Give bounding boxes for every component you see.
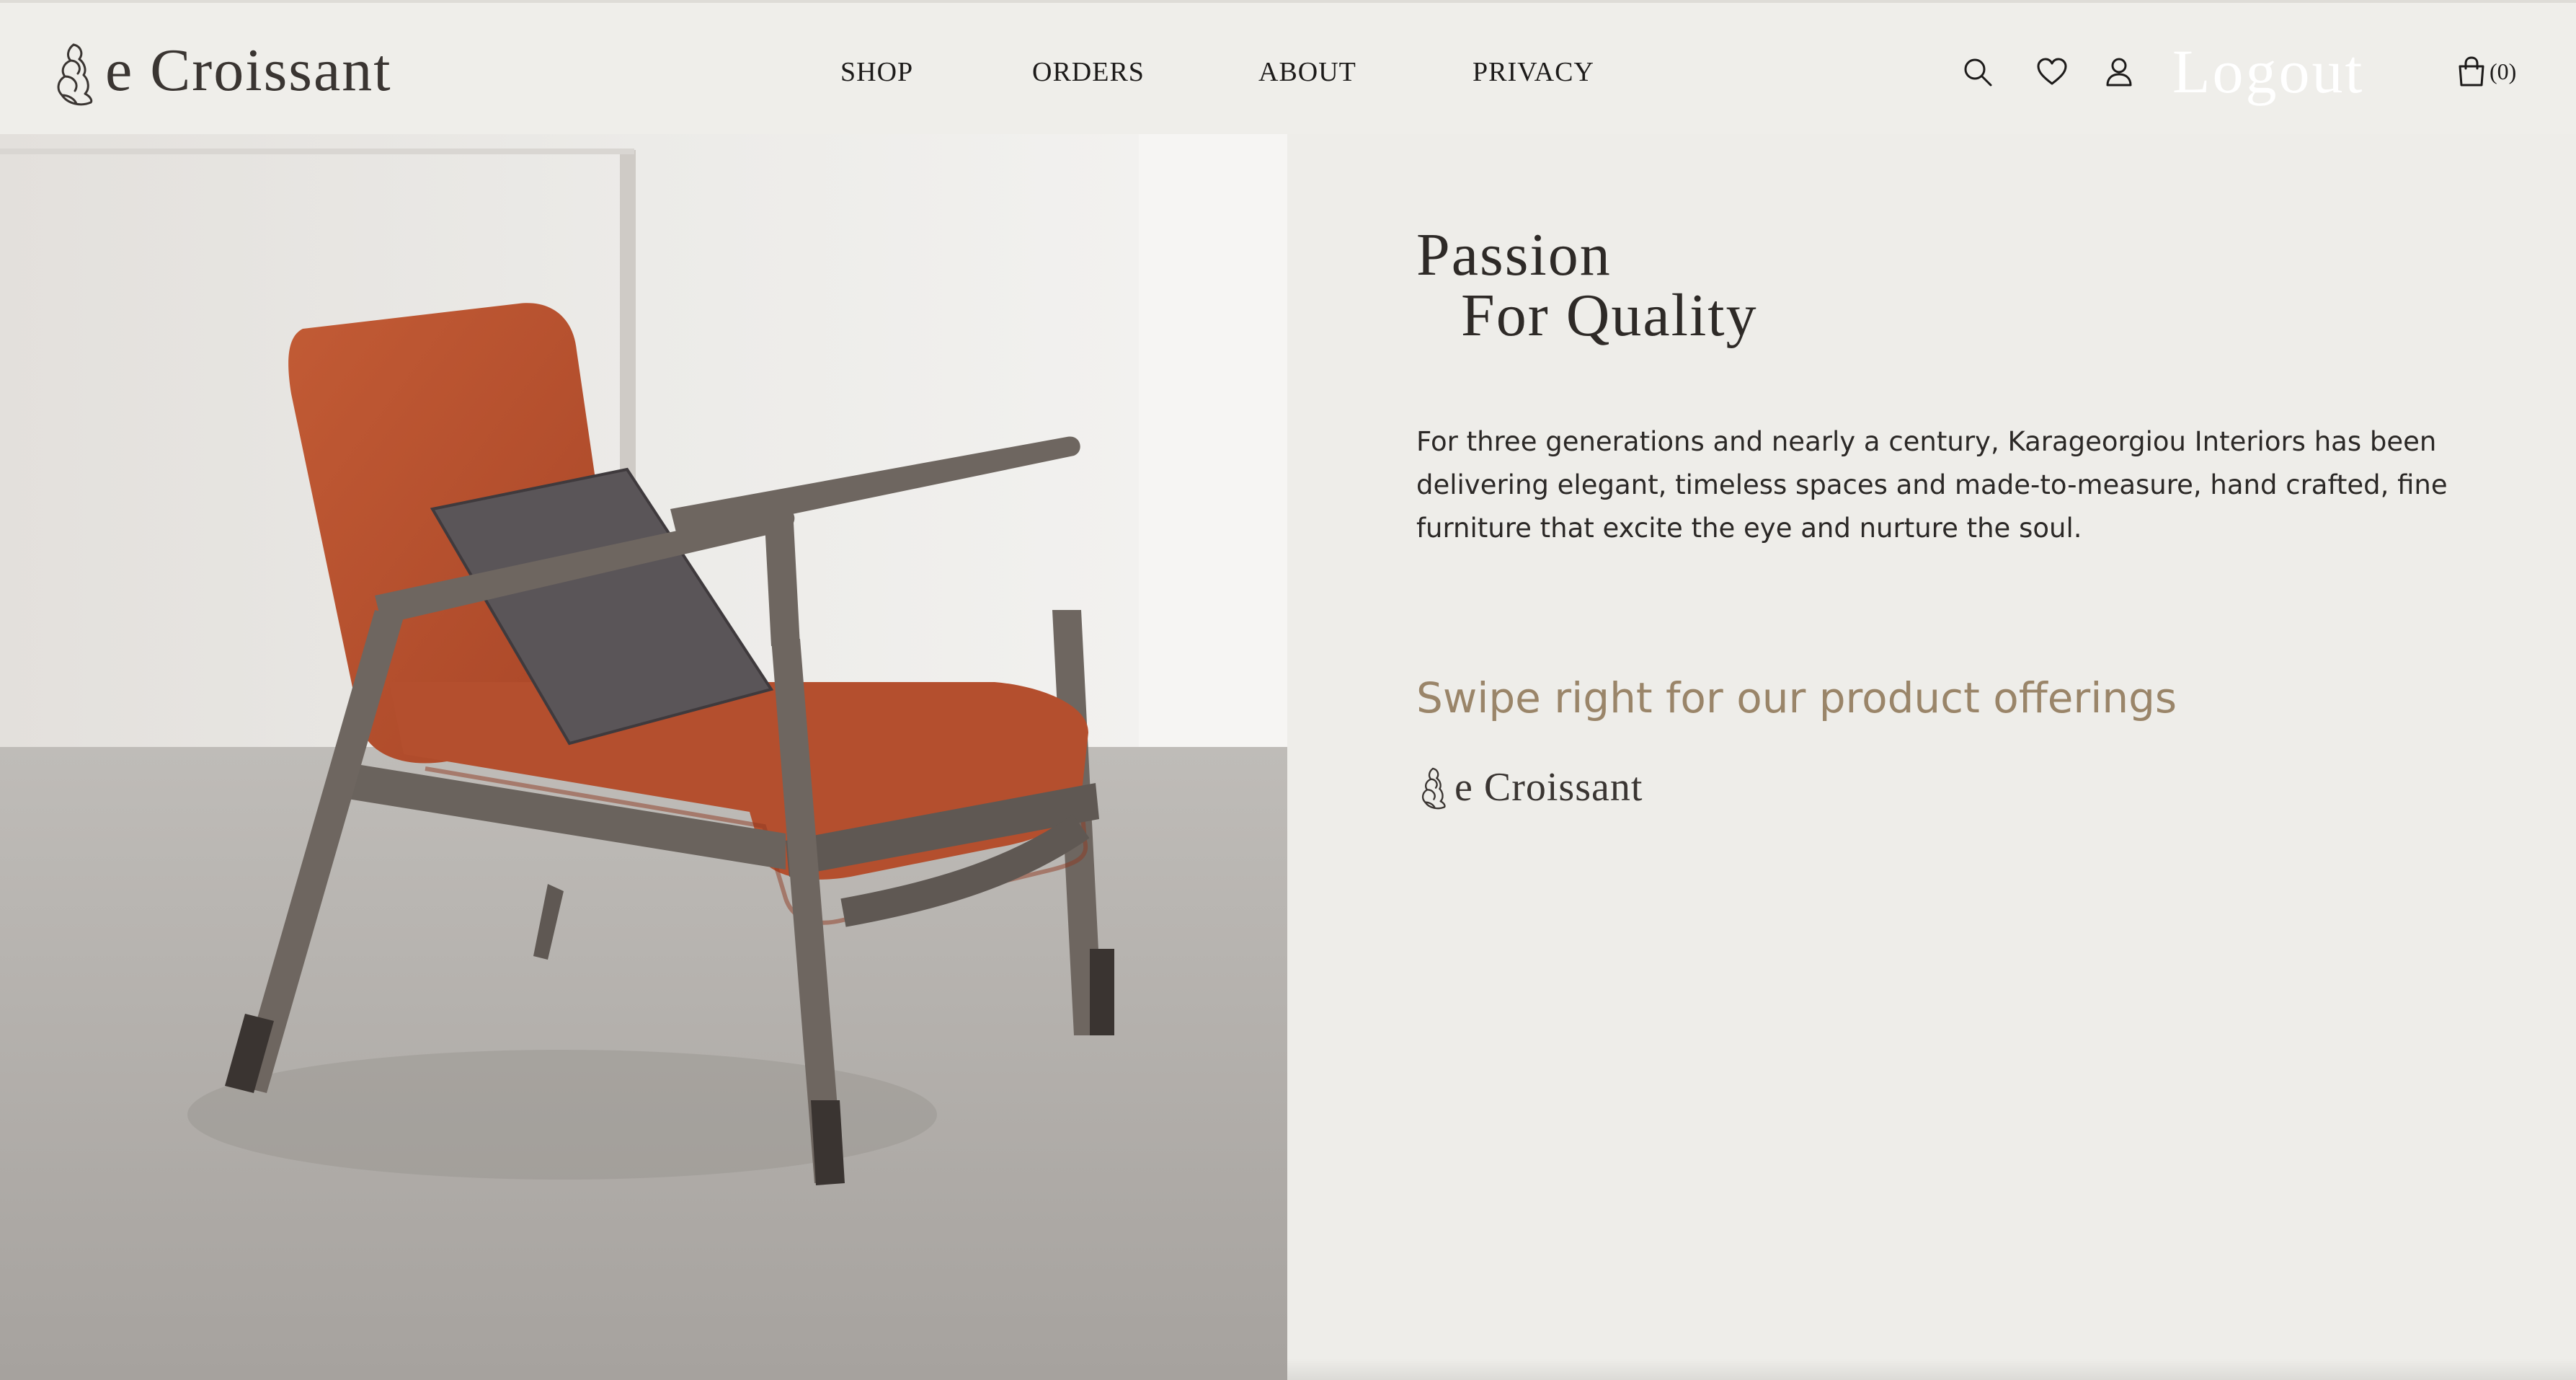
search-button[interactable] <box>1962 56 1994 92</box>
hero-title-line1: Passion <box>1416 221 1612 288</box>
bottom-edge-shadow <box>1287 1358 2576 1380</box>
account-button[interactable] <box>2105 56 2133 92</box>
cart-count: (0) <box>2490 58 2517 84</box>
armchair-photo <box>0 134 1287 1380</box>
nav-item-privacy[interactable]: PRIVACY <box>1473 50 1594 94</box>
nav-item-about[interactable]: ABOUT <box>1258 50 1356 94</box>
footer-brand-logo-text: e Croissant <box>1454 765 1643 810</box>
swipe-prompt: Swipe right for our product offerings <box>1416 673 2177 722</box>
hero-title-line2: For Quality <box>1461 282 1758 349</box>
shopping-bag-icon <box>2459 56 2484 87</box>
wishlist-button[interactable] <box>2036 58 2068 90</box>
cart-button[interactable]: (0) <box>2456 53 2516 89</box>
heart-icon <box>2037 58 2067 85</box>
nav-item-orders[interactable]: ORDERS <box>1032 50 1145 94</box>
site-header: e Croissant SHOP ORDERS ABOUT PRIVACY Lo… <box>0 0 2576 134</box>
hero-description: For three generations and nearly a centu… <box>1416 426 2448 544</box>
search-icon <box>1964 58 1992 87</box>
nav-item-shop[interactable]: SHOP <box>840 50 913 94</box>
user-icon <box>2106 58 2132 87</box>
croissant-icon <box>1421 767 1446 810</box>
logout-button[interactable]: Logout <box>2172 32 2364 111</box>
footer-brand-logo: e Croissant <box>1418 758 1643 813</box>
hero-title: Passion For Quality <box>1416 225 1758 346</box>
